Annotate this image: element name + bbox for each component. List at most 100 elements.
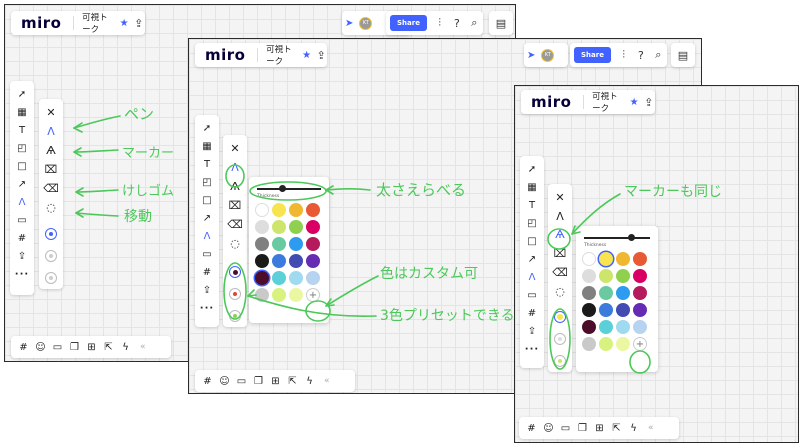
color-swatch[interactable] bbox=[599, 252, 613, 266]
color-swatch[interactable] bbox=[289, 237, 303, 251]
lasso-icon[interactable]: ◌ bbox=[549, 282, 571, 301]
color-swatch[interactable] bbox=[633, 269, 647, 283]
color-swatch[interactable] bbox=[616, 252, 630, 266]
settings-sliders-icon[interactable]: ⫶ bbox=[431, 14, 448, 32]
preset-color-1[interactable] bbox=[554, 311, 566, 324]
frame-icon[interactable]: # bbox=[11, 229, 33, 247]
color-swatch[interactable] bbox=[599, 320, 613, 334]
color-swatch[interactable] bbox=[633, 320, 647, 334]
color-swatch[interactable] bbox=[616, 269, 630, 283]
color-swatch[interactable] bbox=[255, 288, 269, 302]
export-icon[interactable]: ⇪ bbox=[315, 46, 327, 64]
frame-icon[interactable]: # bbox=[523, 419, 540, 437]
preset-color-1[interactable] bbox=[229, 266, 241, 278]
thickness-slider[interactable] bbox=[584, 234, 650, 242]
grid-icon[interactable]: ⊞ bbox=[591, 419, 608, 437]
more-icon[interactable]: ··· bbox=[11, 265, 33, 283]
color-swatch[interactable] bbox=[582, 320, 596, 334]
color-swatch[interactable] bbox=[255, 271, 269, 285]
preset-color-1[interactable] bbox=[45, 228, 57, 240]
frame-icon[interactable]: # bbox=[199, 372, 216, 390]
more-icon[interactable]: ··· bbox=[521, 340, 543, 358]
color-swatch[interactable] bbox=[289, 203, 303, 217]
eraser-icon[interactable]: ⌫ bbox=[549, 263, 571, 282]
help-icon[interactable]: ? bbox=[448, 14, 465, 32]
more-icon[interactable]: ··· bbox=[196, 299, 218, 317]
share-screen-icon[interactable]: ⇱ bbox=[100, 338, 117, 356]
collapse-icon[interactable]: « bbox=[324, 376, 330, 386]
cards-icon[interactable]: ❐ bbox=[250, 372, 267, 390]
upload-icon[interactable]: ⇪ bbox=[11, 247, 33, 265]
cursor-icon[interactable]: ➚ bbox=[11, 85, 33, 103]
upload-icon[interactable]: ⇪ bbox=[521, 322, 543, 340]
comment-icon[interactable]: ▭ bbox=[196, 245, 218, 263]
thickness-slider[interactable] bbox=[257, 185, 321, 193]
arrow-connector-icon[interactable]: ↗ bbox=[11, 175, 33, 193]
color-swatch[interactable] bbox=[255, 220, 269, 234]
pen-icon[interactable]: Ʌ bbox=[11, 193, 33, 211]
color-swatch[interactable] bbox=[599, 286, 613, 300]
miro-logo[interactable]: miro bbox=[11, 14, 69, 32]
color-swatch[interactable] bbox=[289, 288, 303, 302]
color-swatch[interactable] bbox=[272, 254, 286, 268]
search-icon[interactable]: ⌕ bbox=[650, 46, 667, 64]
color-swatch[interactable] bbox=[633, 286, 647, 300]
color-swatch[interactable] bbox=[582, 286, 596, 300]
color-swatch[interactable] bbox=[616, 303, 630, 317]
comment-icon[interactable]: ▭ bbox=[11, 211, 33, 229]
frame-template-icon[interactable]: ▦ bbox=[521, 178, 543, 196]
cursor-icon[interactable]: ➚ bbox=[196, 119, 218, 137]
color-swatch[interactable] bbox=[289, 254, 303, 268]
comment-icon[interactable]: ▭ bbox=[521, 286, 543, 304]
color-swatch[interactable] bbox=[255, 237, 269, 251]
cards-icon[interactable]: ❐ bbox=[574, 419, 591, 437]
share-button[interactable]: Share bbox=[574, 47, 611, 63]
color-swatch[interactable] bbox=[306, 254, 320, 268]
share-screen-icon[interactable]: ⇱ bbox=[608, 419, 625, 437]
color-swatch[interactable] bbox=[306, 237, 320, 251]
color-swatch[interactable] bbox=[272, 237, 286, 251]
color-swatch[interactable] bbox=[272, 220, 286, 234]
close-icon[interactable]: ✕ bbox=[224, 139, 246, 158]
close-icon[interactable]: ✕ bbox=[40, 103, 62, 122]
color-swatch[interactable] bbox=[255, 203, 269, 217]
preset-color-3[interactable] bbox=[554, 355, 566, 367]
color-swatch[interactable] bbox=[633, 303, 647, 317]
text-icon[interactable]: T bbox=[521, 196, 543, 214]
arrow-connector-icon[interactable]: ↗ bbox=[196, 209, 218, 227]
preset-color-2[interactable] bbox=[229, 288, 241, 300]
highlighter-eraser-icon[interactable]: ⌧ bbox=[549, 244, 571, 263]
color-swatch[interactable] bbox=[272, 203, 286, 217]
frame-icon[interactable]: # bbox=[196, 263, 218, 281]
share-screen-icon[interactable]: ⇱ bbox=[284, 372, 301, 390]
preset-color-2[interactable] bbox=[554, 333, 566, 346]
slider-knob[interactable] bbox=[628, 234, 635, 241]
collapse-icon[interactable]: « bbox=[648, 423, 654, 433]
grid-icon[interactable]: ⊞ bbox=[83, 338, 100, 356]
frame-template-icon[interactable]: ▦ bbox=[11, 103, 33, 121]
color-swatch[interactable] bbox=[599, 337, 613, 351]
color-swatch[interactable] bbox=[272, 271, 286, 285]
color-swatch[interactable] bbox=[616, 337, 630, 351]
eraser-icon[interactable]: ⌫ bbox=[224, 215, 246, 234]
export-icon[interactable]: ⇪ bbox=[133, 14, 145, 32]
color-swatch[interactable] bbox=[616, 320, 630, 334]
lightning-icon[interactable]: ϟ bbox=[301, 372, 318, 390]
color-swatch[interactable] bbox=[582, 337, 596, 351]
pen-icon[interactable]: Ʌ bbox=[549, 207, 571, 226]
star-icon[interactable]: ★ bbox=[116, 18, 133, 29]
color-swatch[interactable] bbox=[289, 271, 303, 285]
color-swatch[interactable] bbox=[633, 252, 647, 266]
close-icon[interactable]: ✕ bbox=[549, 188, 571, 207]
reaction-icon[interactable]: ☺ bbox=[540, 419, 557, 437]
preset-color-3[interactable] bbox=[45, 272, 57, 284]
avatar[interactable]: KT bbox=[541, 48, 555, 62]
pen-icon[interactable]: Ʌ bbox=[224, 158, 246, 177]
cursor-share-icon[interactable]: ➤ bbox=[527, 50, 535, 61]
color-swatch[interactable] bbox=[306, 220, 320, 234]
color-swatch[interactable] bbox=[272, 288, 286, 302]
lasso-icon[interactable]: ◌ bbox=[224, 234, 246, 253]
cursor-share-icon[interactable]: ➤ bbox=[345, 18, 353, 29]
color-swatch[interactable] bbox=[599, 303, 613, 317]
miro-logo[interactable]: miro bbox=[195, 46, 253, 64]
